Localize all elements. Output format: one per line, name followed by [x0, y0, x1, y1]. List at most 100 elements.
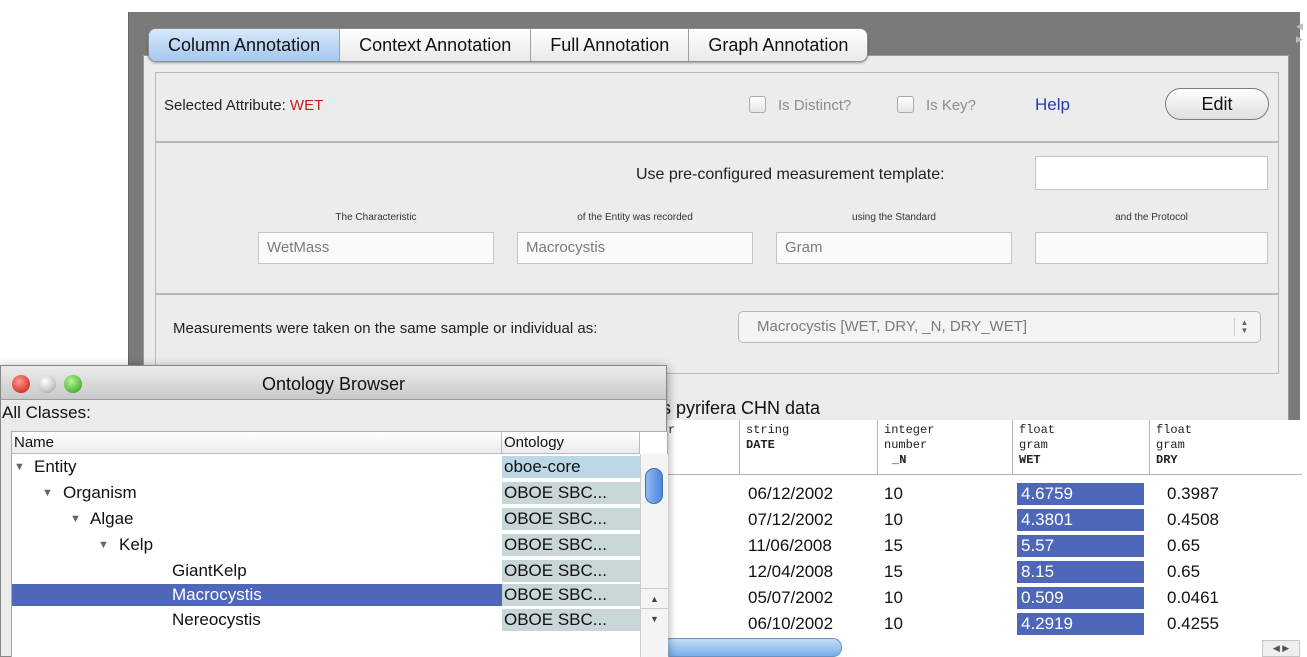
is-distinct-label: Is Distinct? [778, 97, 852, 114]
column-unit: gram [1019, 438, 1048, 452]
is-key-checkbox[interactable] [897, 96, 914, 113]
is-key-label: Is Key? [926, 97, 977, 114]
cell-dry[interactable]: 0.65 [1163, 535, 1200, 557]
cell-n[interactable]: 10 [880, 483, 903, 505]
column-header-n[interactable]: integer number _N [878, 420, 1013, 475]
tree-row-algae[interactable]: ▼ Algae OBOE SBC... [12, 508, 640, 530]
horizontal-scroll-buttons[interactable]: ◀ ▶ [1262, 640, 1300, 657]
cell-dry[interactable]: 0.3987 [1163, 483, 1219, 505]
cell-date[interactable]: 11/06/2008 [744, 535, 832, 557]
tree-row-organism[interactable]: ▼ Organism OBOE SBC... [12, 482, 640, 504]
column-type: string [746, 423, 790, 437]
column-unit: gram [1156, 438, 1185, 452]
cell-date[interactable]: 12/04/2008 [744, 561, 833, 583]
cell-wet[interactable]: 5.57 [1017, 535, 1144, 557]
name-column-header[interactable]: Name [12, 432, 502, 454]
same-sample-value: Macrocystis [WET, DRY, _N, DRY_WET] [757, 318, 1028, 335]
screen: Column Annotation Context Annotation Ful… [0, 0, 1307, 657]
tree-node-label: GiantKelp [172, 561, 247, 580]
tree-row-giantkelp[interactable]: GiantKelp OBOE SBC... [12, 560, 640, 582]
protocol-field[interactable] [1035, 232, 1268, 264]
expand-triangle-icon[interactable]: ▼ [98, 534, 109, 556]
help-link[interactable]: Help [1035, 95, 1070, 115]
cell-date[interactable]: 06/10/2002 [744, 613, 833, 635]
cell-n[interactable]: 15 [880, 561, 903, 583]
horizontal-scrollbar-thumb[interactable] [662, 638, 842, 657]
cell-date[interactable]: 05/07/2002 [744, 587, 833, 609]
tree-node-ontology: OBOE SBC... [502, 560, 640, 582]
attribute-section [155, 72, 1279, 142]
cell-n[interactable]: 10 [880, 613, 903, 635]
template-label: Use pre-configured measurement template: [636, 166, 945, 183]
cell-dry[interactable]: 0.0461 [1163, 587, 1219, 609]
column-name: DRY [1156, 453, 1178, 467]
ontology-vertical-scrollbar[interactable]: ▲ ▼ [640, 454, 668, 657]
tab-full-annotation[interactable]: Full Annotation [531, 29, 690, 61]
cell-n[interactable]: 15 [880, 535, 903, 557]
scroll-right-icon[interactable]: ▶ [1282, 643, 1289, 653]
cell-wet[interactable]: 4.6759 [1017, 483, 1144, 505]
scroll-up-icon[interactable]: ▲ [641, 588, 668, 608]
tree-node-label: Algae [90, 509, 134, 528]
all-classes-label: All Classes: [2, 403, 91, 422]
cell-wet[interactable]: 4.3801 [1017, 509, 1144, 531]
entity-field[interactable]: Macrocystis [517, 232, 753, 264]
column-type: float [1019, 423, 1056, 437]
column-name: DATE [746, 438, 775, 452]
column-name: WET [1019, 453, 1041, 467]
tree-node-ontology: OBOE SBC... [502, 609, 640, 631]
edit-button[interactable]: Edit [1165, 88, 1269, 120]
scroll-down-icon[interactable]: ▼ [641, 608, 668, 628]
template-input[interactable] [1035, 156, 1268, 190]
cell-n[interactable]: 10 [880, 509, 903, 531]
tree-row-nereocystis[interactable]: Nereocystis OBOE SBC... [12, 609, 640, 631]
column-header[interactable]: r [662, 420, 740, 475]
cell-wet[interactable]: 8.15 [1017, 561, 1144, 583]
ontology-browser-window: Ontology Browser All Classes: Name Ontol… [0, 365, 668, 657]
column-header-date[interactable]: string DATE [740, 420, 878, 475]
cell-wet[interactable]: 4.2919 [1017, 613, 1144, 635]
tree-node-ontology: oboe-core [502, 456, 640, 478]
tree-node-ontology: OBOE SBC... [502, 534, 640, 556]
column-header-wet[interactable]: float gram WET [1013, 420, 1150, 475]
tab-graph-annotation[interactable]: Graph Annotation [689, 29, 867, 61]
expand-triangle-icon[interactable]: ▼ [14, 456, 25, 478]
tab-column-annotation[interactable]: Column Annotation [149, 29, 341, 61]
column-name: _N [892, 453, 907, 467]
scroll-left-icon[interactable]: ◀ [1273, 643, 1280, 653]
expand-triangle-icon[interactable]: ▼ [42, 482, 53, 504]
cell-wet[interactable]: 0.509 [1017, 587, 1144, 609]
tree-node-ontology: OBOE SBC... [502, 584, 640, 606]
tree-node-label: Kelp [119, 535, 154, 554]
tree-node-ontology: OBOE SBC... [502, 508, 640, 530]
is-distinct-checkbox[interactable] [749, 96, 766, 113]
window-edge-arrows-icon: ◀ ▶ [1296, 21, 1303, 44]
ontology-browser-titlebar[interactable]: Ontology Browser [1, 366, 666, 400]
dataset-title: s pyrifera CHN data [662, 398, 821, 418]
tree-row-macrocystis[interactable]: Macrocystis OBOE SBC... [12, 584, 640, 606]
expand-triangle-icon[interactable]: ▼ [70, 508, 81, 530]
vertical-scrollbar-thumb[interactable] [645, 468, 663, 504]
select-arrows-icon: ▲ ▼ [1234, 318, 1254, 336]
cell-date[interactable]: 07/12/2002 [744, 509, 833, 531]
cell-dry[interactable]: 0.65 [1163, 561, 1200, 583]
standard-field[interactable]: Gram [776, 232, 1012, 264]
column-type: float [1156, 423, 1193, 437]
selected-attribute-value: WET [289, 97, 324, 114]
ontology-column-header[interactable]: Ontology [502, 432, 640, 454]
column-unit: number [884, 438, 928, 452]
entity-label: of the Entity was recorded [577, 212, 693, 223]
cell-n[interactable]: 10 [880, 587, 903, 609]
ontology-class-table: Name Ontology ▼ Entity oboe-core ▼ Organ… [11, 431, 668, 657]
tree-row-entity[interactable]: ▼ Entity oboe-core [12, 456, 640, 478]
tree-row-kelp[interactable]: ▼ Kelp OBOE SBC... [12, 534, 640, 556]
tab-context-annotation[interactable]: Context Annotation [340, 29, 532, 61]
tree-node-ontology: OBOE SBC... [502, 482, 640, 504]
characteristic-field[interactable]: WetMass [258, 232, 494, 264]
same-sample-select[interactable]: Macrocystis [WET, DRY, _N, DRY_WET] ▲ ▼ [738, 311, 1261, 343]
column-header-dry[interactable]: float gram DRY [1150, 420, 1302, 475]
cell-dry[interactable]: 0.4255 [1163, 613, 1219, 635]
cell-date[interactable]: 06/12/2002 [744, 483, 833, 505]
characteristic-label: The Characteristic [335, 212, 417, 223]
cell-dry[interactable]: 0.4508 [1163, 509, 1219, 531]
